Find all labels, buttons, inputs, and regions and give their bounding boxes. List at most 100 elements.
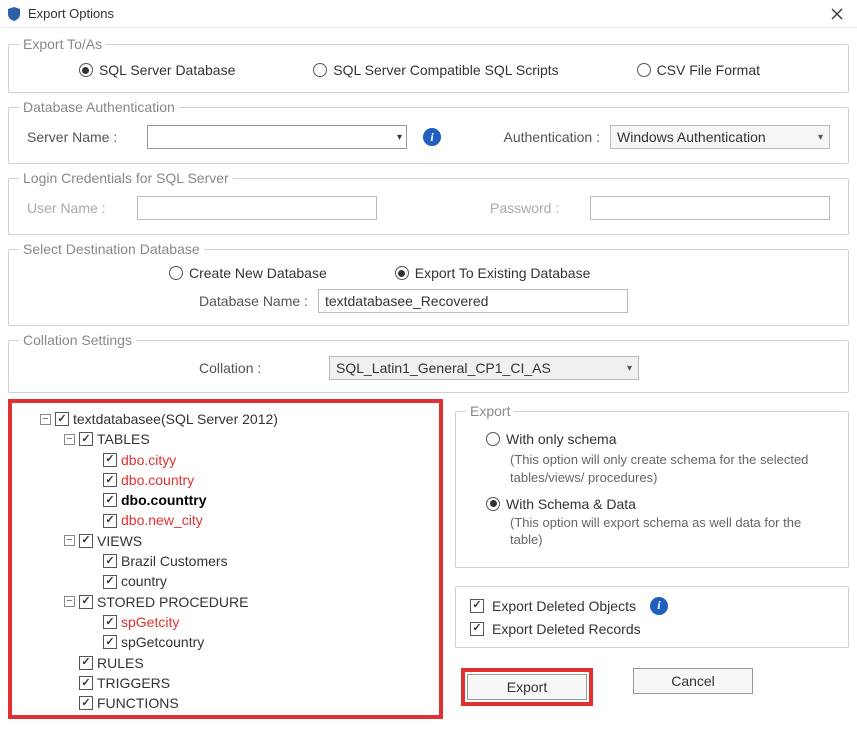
tree-checkbox[interactable] <box>79 595 93 609</box>
tree-checkbox[interactable] <box>103 473 117 487</box>
tree-tables-row[interactable]: − TABLES <box>20 429 431 449</box>
tree-checkbox[interactable] <box>79 696 93 710</box>
tree-rules-row[interactable]: RULES <box>20 653 431 673</box>
tree-views-label: VIEWS <box>97 531 142 551</box>
export-deleted-group: Export Deleted Objects i Export Deleted … <box>455 586 849 648</box>
radio-create-new-db-label: Create New Database <box>189 265 327 281</box>
info-icon[interactable]: i <box>650 597 668 615</box>
tree-item-label: dbo.counttry <box>121 490 207 510</box>
tree-functions-label: FUNCTIONS <box>97 693 179 713</box>
radio-export-existing-db[interactable]: Export To Existing Database <box>395 265 591 281</box>
tree-checkbox[interactable] <box>79 676 93 690</box>
server-name-combo[interactable]: ▾ <box>147 125 407 149</box>
radio-sql-scripts[interactable]: SQL Server Compatible SQL Scripts <box>313 62 558 78</box>
info-icon[interactable]: i <box>423 128 441 146</box>
radio-dot-icon <box>486 497 500 511</box>
tree-checkbox[interactable] <box>79 656 93 670</box>
tree-item[interactable]: dbo.new_city <box>20 510 431 530</box>
tree-checkbox[interactable] <box>103 514 117 528</box>
tree-checkbox[interactable] <box>55 412 69 426</box>
export-options-legend: Export <box>466 403 514 419</box>
collapse-icon[interactable]: − <box>64 535 75 546</box>
radio-schema-only-label: With only schema <box>506 431 616 447</box>
close-icon[interactable] <box>823 4 851 24</box>
tree-sp-label: STORED PROCEDURE <box>97 592 248 612</box>
authentication-label: Authentication : <box>503 129 600 145</box>
password-input[interactable] <box>590 196 830 220</box>
dialog-content: Export To/As SQL Server Database SQL Ser… <box>0 28 857 723</box>
tree-root-row[interactable]: − textdatabasee(SQL Server 2012) <box>20 409 431 429</box>
tree-views-row[interactable]: − VIEWS <box>20 531 431 551</box>
db-auth-legend: Database Authentication <box>19 99 179 115</box>
radio-csv-label: CSV File Format <box>657 62 760 78</box>
tree-sp-row[interactable]: − STORED PROCEDURE <box>20 592 431 612</box>
checkbox-deleted-records[interactable] <box>470 622 484 636</box>
tree-triggers-row[interactable]: TRIGGERS <box>20 673 431 693</box>
radio-schema-data[interactable]: With Schema & Data <box>486 496 636 512</box>
radio-dot-icon <box>313 63 327 77</box>
password-label: Password : <box>490 200 580 216</box>
collation-legend: Collation Settings <box>19 332 136 348</box>
radio-export-existing-db-label: Export To Existing Database <box>415 265 591 281</box>
collation-group: Collation Settings Collation : SQL_Latin… <box>8 332 849 393</box>
tree-checkbox[interactable] <box>103 615 117 629</box>
db-name-label: Database Name : <box>199 293 308 309</box>
radio-sql-database-label: SQL Server Database <box>99 62 235 78</box>
radio-schema-data-label: With Schema & Data <box>506 496 636 512</box>
tree-checkbox[interactable] <box>79 432 93 446</box>
tree-rules-label: RULES <box>97 653 144 673</box>
export-button-highlight: Export <box>461 668 593 706</box>
tree-item[interactable]: dbo.counttry <box>20 490 431 510</box>
cancel-button-label: Cancel <box>671 673 715 689</box>
tree-checkbox[interactable] <box>103 635 117 649</box>
tree-tables-label: TABLES <box>97 429 150 449</box>
radio-schema-only[interactable]: With only schema <box>486 431 616 447</box>
tree-item-label: spGetcountry <box>121 632 204 652</box>
deleted-records-label: Export Deleted Records <box>492 621 641 637</box>
collation-select[interactable]: SQL_Latin1_General_CP1_CI_AS ▾ <box>329 356 639 380</box>
db-name-input[interactable]: textdatabasee_Recovered <box>318 289 628 313</box>
tree-checkbox[interactable] <box>103 493 117 507</box>
login-credentials-legend: Login Credentials for SQL Server <box>19 170 233 186</box>
schema-only-desc: (This option will only create schema for… <box>510 451 834 486</box>
tree-root-label: textdatabasee(SQL Server 2012) <box>73 409 278 429</box>
radio-csv[interactable]: CSV File Format <box>637 62 760 78</box>
tree-item[interactable]: dbo.country <box>20 470 431 490</box>
username-input[interactable] <box>137 196 377 220</box>
cancel-button[interactable]: Cancel <box>633 668 753 694</box>
tree-checkbox[interactable] <box>103 575 117 589</box>
tree-item[interactable]: spGetcity <box>20 612 431 632</box>
tree-item-label: spGetcity <box>121 612 179 632</box>
tree-checkbox[interactable] <box>103 453 117 467</box>
tree-item-label: country <box>121 571 167 591</box>
radio-dot-icon <box>395 266 409 280</box>
server-name-label: Server Name : <box>27 129 137 145</box>
authentication-select[interactable]: Windows Authentication ▾ <box>610 125 830 149</box>
tree-item[interactable]: Brazil Customers <box>20 551 431 571</box>
chevron-down-icon: ▾ <box>818 132 823 143</box>
radio-sql-scripts-label: SQL Server Compatible SQL Scripts <box>333 62 558 78</box>
export-options-group: Export With only schema (This option wil… <box>455 403 849 568</box>
radio-sql-database[interactable]: SQL Server Database <box>79 62 235 78</box>
checkbox-deleted-objects[interactable] <box>470 599 484 613</box>
authentication-value: Windows Authentication <box>617 129 766 145</box>
tree-checkbox[interactable] <box>79 534 93 548</box>
radio-create-new-db[interactable]: Create New Database <box>169 265 327 281</box>
username-label: User Name : <box>27 200 127 216</box>
export-button[interactable]: Export <box>467 674 587 700</box>
radio-dot-icon <box>637 63 651 77</box>
collapse-icon[interactable]: − <box>64 596 75 607</box>
radio-dot-icon <box>169 266 183 280</box>
tree-item[interactable]: country <box>20 571 431 591</box>
tree-functions-row[interactable]: FUNCTIONS <box>20 693 431 713</box>
window-title: Export Options <box>28 6 823 21</box>
tree-checkbox[interactable] <box>103 554 117 568</box>
collation-label: Collation : <box>199 360 319 376</box>
collapse-icon[interactable]: − <box>40 414 51 425</box>
radio-dot-icon <box>486 432 500 446</box>
collapse-icon[interactable]: − <box>64 434 75 445</box>
tree-item[interactable]: dbo.cityy <box>20 450 431 470</box>
tree-item[interactable]: spGetcountry <box>20 632 431 652</box>
object-tree[interactable]: − textdatabasee(SQL Server 2012) − TABLE… <box>8 399 443 719</box>
export-to-as-legend: Export To/As <box>19 36 106 52</box>
